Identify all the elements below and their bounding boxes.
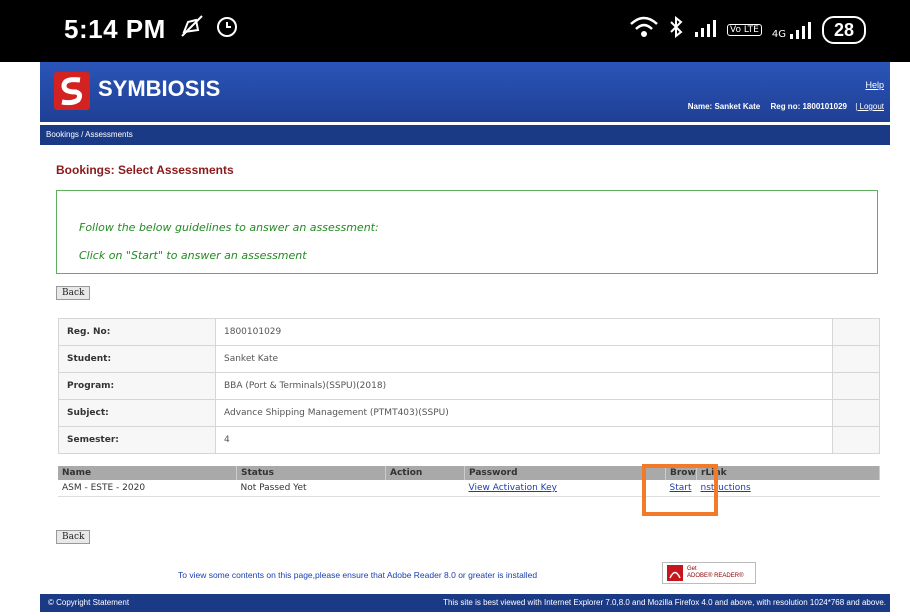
page-title: Bookings: Select Assessments [56, 163, 234, 177]
battery-indicator: 28 [821, 16, 866, 44]
assessment-action [385, 480, 465, 497]
assessments-table: Name Status Action Password Brow rLink A… [58, 466, 880, 497]
status-icons-right: Vo LTE 4G 28 [629, 15, 866, 44]
table-row: Reg. No: 1800101029 [58, 318, 880, 346]
logout-link[interactable]: | Logout [855, 102, 884, 111]
info-value: 4 [215, 426, 833, 454]
user-info: Name: Sanket Kate Reg no: 1800101029 | L… [688, 102, 884, 111]
browser-page: SYMBIOSIS Help Name: Sanket Kate Reg no:… [40, 62, 890, 616]
guideline-intro: Follow the below guidelines to answer an… [79, 221, 379, 234]
info-label: Subject: [58, 399, 216, 427]
col-status: Status [236, 466, 386, 480]
alarm-icon [214, 16, 240, 44]
start-highlight-box [642, 464, 718, 516]
table-row: Semester: 4 [58, 426, 880, 454]
info-label: Semester: [58, 426, 216, 454]
brand-name: SYMBIOSIS [98, 76, 221, 101]
help-link[interactable]: Help [865, 80, 884, 90]
symbiosis-logo-icon [54, 72, 90, 110]
guideline-start: Click on "Start" to answer an assessment [79, 249, 307, 262]
mute-icon [180, 15, 214, 44]
info-value: 1800101029 [215, 318, 833, 346]
network-type-label: 4G [771, 29, 786, 40]
table-row: Student: Sanket Kate [58, 345, 880, 373]
wifi-icon [629, 16, 659, 44]
phone-status-bar: 5:14 PM Vo LTE 4G 28 [0, 0, 910, 62]
adobe-reader-label: Get ADOBE® READER® [687, 566, 744, 580]
breadcrumb[interactable]: Bookings / Assessments [40, 130, 133, 139]
back-button-top[interactable]: Back [56, 286, 91, 300]
site-header: SYMBIOSIS Help Name: Sanket Kate Reg no:… [40, 62, 890, 122]
status-icons-left [180, 14, 240, 44]
copyright-link[interactable]: © Copyright Statement [48, 594, 129, 612]
assessment-status: Not Passed Yet [236, 480, 386, 497]
bluetooth-icon [669, 15, 683, 44]
info-value: Sanket Kate [215, 345, 833, 373]
info-label: Student: [58, 345, 216, 373]
table-row: ASM - ESTE - 2020 Not Passed Yet View Ac… [58, 480, 880, 497]
col-link: rLink [696, 466, 880, 480]
info-value: Advance Shipping Management (PTMT403)(SS… [215, 399, 833, 427]
assessment-name: ASM - ESTE - 2020 [58, 480, 237, 497]
info-value: BBA (Port & Terminals)(SSPU)(2018) [215, 372, 833, 400]
table-row: Program: BBA (Port & Terminals)(SSPU)(20… [58, 372, 880, 400]
site-footer: © Copyright Statement This site is best … [40, 594, 890, 612]
info-label: Reg. No: [58, 318, 216, 346]
adobe-reader-name: ADOBE® READER® [687, 573, 744, 579]
view-activation-key-link[interactable]: View Activation Key [469, 483, 557, 493]
reg-label: Reg no: [770, 102, 801, 111]
table-row: Subject: Advance Shipping Management (PT… [58, 399, 880, 427]
back-button-bottom[interactable]: Back [56, 530, 91, 544]
adobe-get-label: Get [687, 566, 697, 572]
info-label: Program: [58, 372, 216, 400]
signal-icon [693, 18, 717, 43]
col-name: Name [58, 466, 237, 480]
4g-signal-icon: 4G [772, 20, 812, 40]
adobe-reader-icon [667, 565, 683, 581]
get-adobe-reader-button[interactable]: Get ADOBE® READER® [662, 562, 756, 584]
browser-note: This site is best viewed with Internet E… [443, 598, 886, 607]
name-label: Name: [687, 102, 713, 111]
table-header-row: Name Status Action Password Brow rLink [58, 466, 880, 480]
guidelines-box: Follow the below guidelines to answer an… [56, 190, 878, 274]
col-password: Password [464, 466, 666, 480]
col-action: Action [385, 466, 465, 480]
student-info-table: Reg. No: 1800101029 Student: Sanket Kate… [58, 318, 880, 454]
reg-value: 1800101029 [802, 102, 847, 111]
name-value: Sanket Kate [714, 102, 761, 111]
volte-icon: Vo LTE [727, 24, 762, 36]
clock-time: 5:14 PM [64, 14, 166, 44]
nav-bar: Bookings / Assessments [40, 125, 890, 145]
adobe-notice: To view some contents on this page,pleas… [178, 570, 538, 580]
